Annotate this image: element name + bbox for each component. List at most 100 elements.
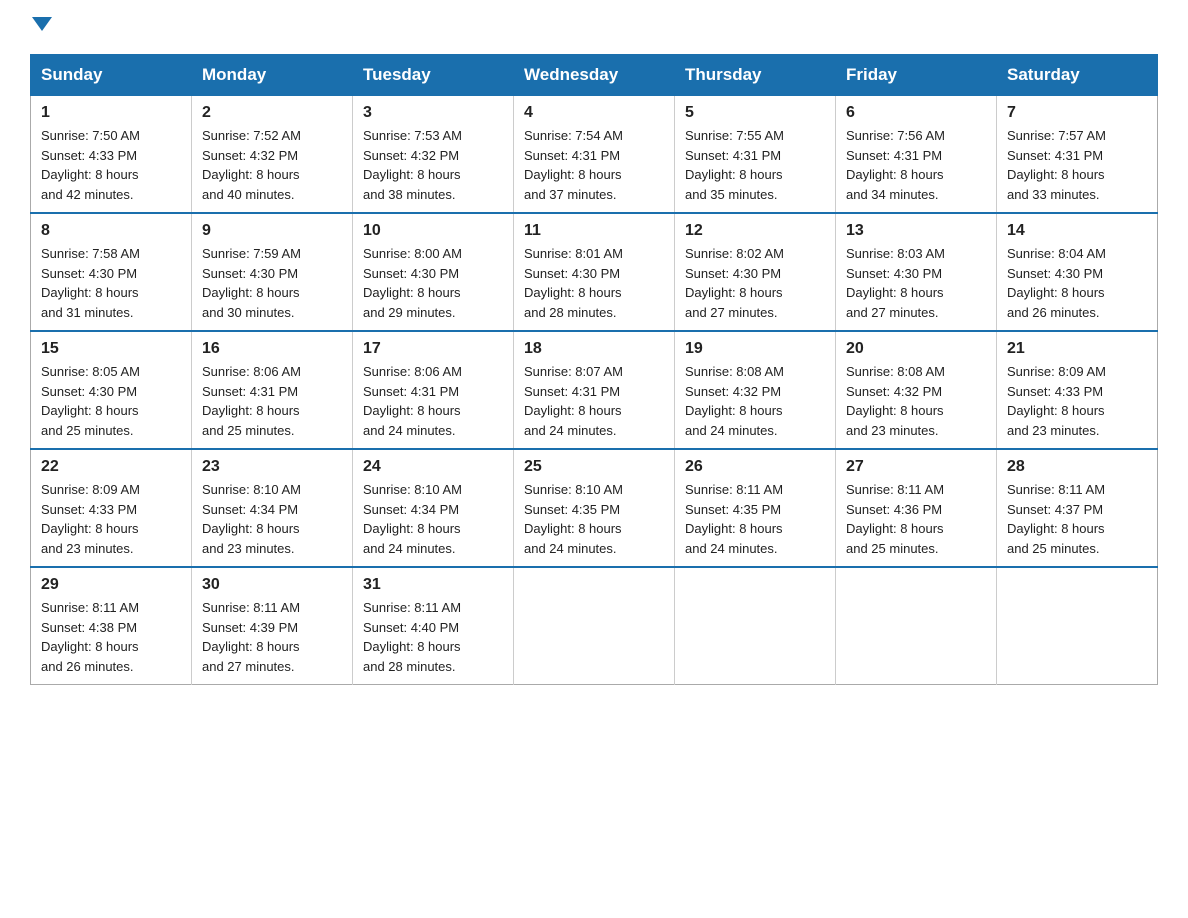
- day-number: 22: [41, 458, 181, 476]
- calendar-cell: 24 Sunrise: 8:10 AMSunset: 4:34 PMDaylig…: [353, 449, 514, 567]
- day-info: Sunrise: 8:11 AMSunset: 4:36 PMDaylight:…: [846, 480, 986, 558]
- day-number: 6: [846, 104, 986, 122]
- day-info: Sunrise: 8:11 AMSunset: 4:37 PMDaylight:…: [1007, 480, 1147, 558]
- day-info: Sunrise: 8:07 AMSunset: 4:31 PMDaylight:…: [524, 362, 664, 440]
- calendar-cell: 20 Sunrise: 8:08 AMSunset: 4:32 PMDaylig…: [836, 331, 997, 449]
- calendar-cell: 22 Sunrise: 8:09 AMSunset: 4:33 PMDaylig…: [31, 449, 192, 567]
- weekday-header-friday: Friday: [836, 55, 997, 96]
- day-info: Sunrise: 7:56 AMSunset: 4:31 PMDaylight:…: [846, 126, 986, 204]
- calendar-cell: 10 Sunrise: 8:00 AMSunset: 4:30 PMDaylig…: [353, 213, 514, 331]
- calendar-cell: 8 Sunrise: 7:58 AMSunset: 4:30 PMDayligh…: [31, 213, 192, 331]
- calendar-cell: 21 Sunrise: 8:09 AMSunset: 4:33 PMDaylig…: [997, 331, 1158, 449]
- day-number: 2: [202, 104, 342, 122]
- calendar-cell: 4 Sunrise: 7:54 AMSunset: 4:31 PMDayligh…: [514, 96, 675, 214]
- calendar-cell: 28 Sunrise: 8:11 AMSunset: 4:37 PMDaylig…: [997, 449, 1158, 567]
- calendar-cell: 19 Sunrise: 8:08 AMSunset: 4:32 PMDaylig…: [675, 331, 836, 449]
- day-number: 12: [685, 222, 825, 240]
- calendar-body: 1 Sunrise: 7:50 AMSunset: 4:33 PMDayligh…: [31, 96, 1158, 685]
- day-number: 27: [846, 458, 986, 476]
- day-info: Sunrise: 8:11 AMSunset: 4:39 PMDaylight:…: [202, 598, 342, 676]
- day-info: Sunrise: 8:06 AMSunset: 4:31 PMDaylight:…: [202, 362, 342, 440]
- day-number: 28: [1007, 458, 1147, 476]
- day-info: Sunrise: 8:00 AMSunset: 4:30 PMDaylight:…: [363, 244, 503, 322]
- day-info: Sunrise: 7:53 AMSunset: 4:32 PMDaylight:…: [363, 126, 503, 204]
- day-info: Sunrise: 7:59 AMSunset: 4:30 PMDaylight:…: [202, 244, 342, 322]
- weekday-header-tuesday: Tuesday: [353, 55, 514, 96]
- day-number: 4: [524, 104, 664, 122]
- weekday-header-monday: Monday: [192, 55, 353, 96]
- day-number: 19: [685, 340, 825, 358]
- day-number: 18: [524, 340, 664, 358]
- day-number: 23: [202, 458, 342, 476]
- day-info: Sunrise: 7:57 AMSunset: 4:31 PMDaylight:…: [1007, 126, 1147, 204]
- day-info: Sunrise: 8:03 AMSunset: 4:30 PMDaylight:…: [846, 244, 986, 322]
- day-number: 25: [524, 458, 664, 476]
- day-number: 7: [1007, 104, 1147, 122]
- day-number: 9: [202, 222, 342, 240]
- weekday-header-row: SundayMondayTuesdayWednesdayThursdayFrid…: [31, 55, 1158, 96]
- calendar-cell: 2 Sunrise: 7:52 AMSunset: 4:32 PMDayligh…: [192, 96, 353, 214]
- day-number: 15: [41, 340, 181, 358]
- calendar-cell: 6 Sunrise: 7:56 AMSunset: 4:31 PMDayligh…: [836, 96, 997, 214]
- calendar-cell: [997, 567, 1158, 685]
- day-info: Sunrise: 8:11 AMSunset: 4:40 PMDaylight:…: [363, 598, 503, 676]
- calendar-cell: 13 Sunrise: 8:03 AMSunset: 4:30 PMDaylig…: [836, 213, 997, 331]
- day-number: 1: [41, 104, 181, 122]
- calendar-cell: 15 Sunrise: 8:05 AMSunset: 4:30 PMDaylig…: [31, 331, 192, 449]
- day-info: Sunrise: 8:06 AMSunset: 4:31 PMDaylight:…: [363, 362, 503, 440]
- day-number: 3: [363, 104, 503, 122]
- calendar-cell: 27 Sunrise: 8:11 AMSunset: 4:36 PMDaylig…: [836, 449, 997, 567]
- calendar-cell: 1 Sunrise: 7:50 AMSunset: 4:33 PMDayligh…: [31, 96, 192, 214]
- day-info: Sunrise: 8:11 AMSunset: 4:38 PMDaylight:…: [41, 598, 181, 676]
- calendar-cell: 26 Sunrise: 8:11 AMSunset: 4:35 PMDaylig…: [675, 449, 836, 567]
- day-number: 17: [363, 340, 503, 358]
- calendar-week-3: 15 Sunrise: 8:05 AMSunset: 4:30 PMDaylig…: [31, 331, 1158, 449]
- day-info: Sunrise: 8:09 AMSunset: 4:33 PMDaylight:…: [1007, 362, 1147, 440]
- day-info: Sunrise: 8:05 AMSunset: 4:30 PMDaylight:…: [41, 362, 181, 440]
- calendar-header: SundayMondayTuesdayWednesdayThursdayFrid…: [31, 55, 1158, 96]
- calendar-table: SundayMondayTuesdayWednesdayThursdayFrid…: [30, 54, 1158, 685]
- day-number: 14: [1007, 222, 1147, 240]
- day-number: 8: [41, 222, 181, 240]
- weekday-header-thursday: Thursday: [675, 55, 836, 96]
- day-info: Sunrise: 7:54 AMSunset: 4:31 PMDaylight:…: [524, 126, 664, 204]
- weekday-header-wednesday: Wednesday: [514, 55, 675, 96]
- day-number: 26: [685, 458, 825, 476]
- day-info: Sunrise: 7:50 AMSunset: 4:33 PMDaylight:…: [41, 126, 181, 204]
- calendar-cell: 14 Sunrise: 8:04 AMSunset: 4:30 PMDaylig…: [997, 213, 1158, 331]
- day-number: 31: [363, 576, 503, 594]
- day-info: Sunrise: 7:55 AMSunset: 4:31 PMDaylight:…: [685, 126, 825, 204]
- day-number: 20: [846, 340, 986, 358]
- logo: [30, 20, 52, 34]
- day-info: Sunrise: 8:09 AMSunset: 4:33 PMDaylight:…: [41, 480, 181, 558]
- day-number: 24: [363, 458, 503, 476]
- calendar-week-4: 22 Sunrise: 8:09 AMSunset: 4:33 PMDaylig…: [31, 449, 1158, 567]
- calendar-cell: 3 Sunrise: 7:53 AMSunset: 4:32 PMDayligh…: [353, 96, 514, 214]
- weekday-header-sunday: Sunday: [31, 55, 192, 96]
- day-number: 11: [524, 222, 664, 240]
- calendar-cell: 29 Sunrise: 8:11 AMSunset: 4:38 PMDaylig…: [31, 567, 192, 685]
- calendar-cell: 17 Sunrise: 8:06 AMSunset: 4:31 PMDaylig…: [353, 331, 514, 449]
- day-info: Sunrise: 8:04 AMSunset: 4:30 PMDaylight:…: [1007, 244, 1147, 322]
- calendar-cell: [836, 567, 997, 685]
- calendar-cell: 12 Sunrise: 8:02 AMSunset: 4:30 PMDaylig…: [675, 213, 836, 331]
- day-info: Sunrise: 8:10 AMSunset: 4:35 PMDaylight:…: [524, 480, 664, 558]
- day-info: Sunrise: 8:10 AMSunset: 4:34 PMDaylight:…: [363, 480, 503, 558]
- logo-line1: [30, 20, 52, 34]
- day-number: 16: [202, 340, 342, 358]
- calendar-week-2: 8 Sunrise: 7:58 AMSunset: 4:30 PMDayligh…: [31, 213, 1158, 331]
- day-info: Sunrise: 8:08 AMSunset: 4:32 PMDaylight:…: [846, 362, 986, 440]
- calendar-cell: 31 Sunrise: 8:11 AMSunset: 4:40 PMDaylig…: [353, 567, 514, 685]
- calendar-cell: 7 Sunrise: 7:57 AMSunset: 4:31 PMDayligh…: [997, 96, 1158, 214]
- day-info: Sunrise: 8:01 AMSunset: 4:30 PMDaylight:…: [524, 244, 664, 322]
- calendar-cell: [675, 567, 836, 685]
- calendar-cell: 23 Sunrise: 8:10 AMSunset: 4:34 PMDaylig…: [192, 449, 353, 567]
- day-info: Sunrise: 8:08 AMSunset: 4:32 PMDaylight:…: [685, 362, 825, 440]
- day-info: Sunrise: 8:10 AMSunset: 4:34 PMDaylight:…: [202, 480, 342, 558]
- calendar-cell: 25 Sunrise: 8:10 AMSunset: 4:35 PMDaylig…: [514, 449, 675, 567]
- day-number: 29: [41, 576, 181, 594]
- page-header: [30, 20, 1158, 34]
- weekday-header-saturday: Saturday: [997, 55, 1158, 96]
- calendar-cell: 5 Sunrise: 7:55 AMSunset: 4:31 PMDayligh…: [675, 96, 836, 214]
- day-number: 5: [685, 104, 825, 122]
